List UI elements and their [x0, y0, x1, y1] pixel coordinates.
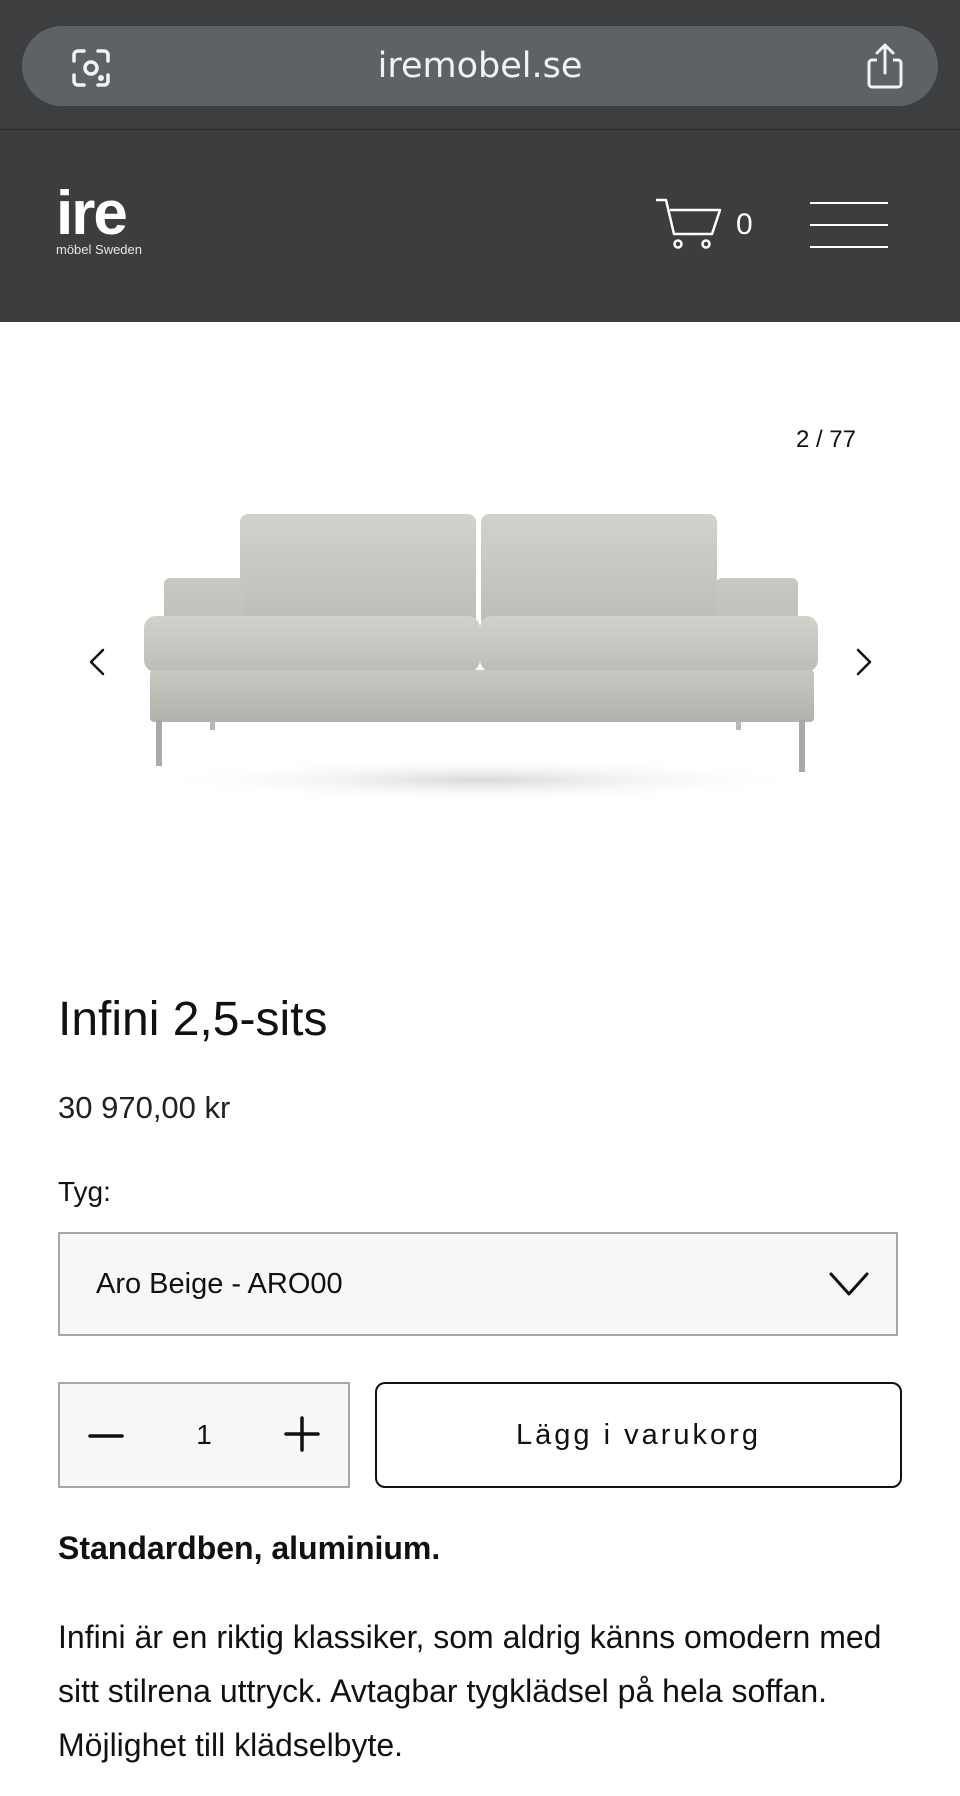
url-text: iremobel.se: [377, 46, 583, 86]
url-field[interactable]: iremobel.se: [22, 26, 938, 106]
hamburger-menu-icon[interactable]: [810, 202, 888, 248]
cart-count[interactable]: 0: [736, 208, 753, 242]
cart-icon[interactable]: [654, 196, 724, 252]
product-title: Infini 2,5-sits: [58, 993, 328, 1046]
logo-tagline: möbel Sweden: [56, 242, 142, 257]
quantity-stepper: 1: [58, 1382, 350, 1488]
chevron-left-icon[interactable]: [83, 644, 113, 680]
gallery-counter: 2 / 77: [795, 426, 856, 453]
product-image-sofa: [144, 514, 818, 802]
chevron-right-icon[interactable]: [848, 644, 878, 680]
legs-note: Standardben, aluminium.: [58, 1530, 441, 1566]
menu-line: [810, 224, 888, 226]
fabric-selected-value: Aro Beige - ARO00: [96, 1268, 343, 1300]
menu-line: [810, 246, 888, 248]
fabric-select[interactable]: Aro Beige - ARO00: [58, 1232, 898, 1336]
product-gallery: 2 / 77: [0, 322, 960, 942]
logo-wordmark: ire: [56, 179, 128, 248]
chevron-down-icon: [829, 1272, 869, 1296]
browser-address-bar: iremobel.se: [0, 0, 960, 130]
add-to-cart-button[interactable]: Lägg i varukorg: [375, 1382, 902, 1488]
product-price: 30 970,00 kr: [58, 1090, 231, 1125]
site-header: ire möbel Sweden 0: [0, 130, 960, 322]
product-description: Infini är en riktig klassiker, som aldri…: [58, 1619, 882, 1763]
site-logo[interactable]: ire möbel Sweden: [56, 179, 142, 258]
fabric-label: Tyg:: [58, 1176, 111, 1207]
share-icon[interactable]: [864, 42, 906, 90]
plus-icon[interactable]: [284, 1416, 320, 1452]
menu-line: [810, 202, 888, 204]
